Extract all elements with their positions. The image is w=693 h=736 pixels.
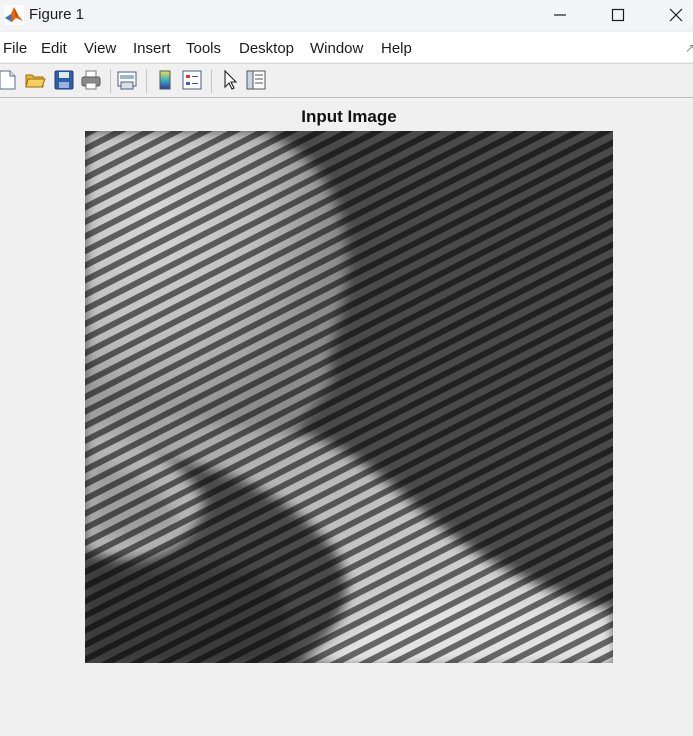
title-bar[interactable]: Figure 1 <box>0 0 693 30</box>
input-image <box>85 131 613 663</box>
property-inspector-icon[interactable] <box>245 69 267 91</box>
insert-legend-icon[interactable] <box>181 69 203 91</box>
menu-bar: File Edit View Insert Tools Desktop Wind… <box>0 32 693 62</box>
matlab-icon <box>4 5 24 25</box>
maximize-icon <box>611 8 625 22</box>
menu-file[interactable]: File <box>3 40 27 57</box>
image-axes[interactable] <box>85 131 613 663</box>
minimize-button[interactable] <box>531 0 589 30</box>
menu-overflow-icon[interactable]: ↗ <box>685 41 693 55</box>
figure-toolbar <box>0 63 693 98</box>
pointer-icon[interactable] <box>219 69 241 91</box>
maximize-button[interactable] <box>589 0 647 30</box>
save-icon[interactable] <box>53 69 75 91</box>
toolbar-separator <box>211 69 212 93</box>
close-button[interactable] <box>647 0 693 30</box>
menu-insert[interactable]: Insert <box>133 40 171 57</box>
close-icon <box>669 8 683 22</box>
toolbar-separator <box>110 69 111 93</box>
print-icon[interactable] <box>80 69 102 91</box>
axes-title: Input Image <box>301 107 397 126</box>
window-title: Figure 1 <box>29 6 85 23</box>
menu-desktop[interactable]: Desktop <box>239 40 294 57</box>
toolbar-separator <box>146 69 147 93</box>
menu-help[interactable]: Help <box>381 40 412 57</box>
menu-edit[interactable]: Edit <box>41 40 67 57</box>
minimize-icon <box>554 14 566 16</box>
insert-colorbar-icon[interactable] <box>154 69 176 91</box>
new-figure-icon[interactable] <box>0 69 18 91</box>
menu-tools[interactable]: Tools <box>186 40 221 57</box>
link-plot-icon[interactable] <box>116 69 138 91</box>
open-file-icon[interactable] <box>24 69 46 91</box>
menu-window[interactable]: Window <box>310 40 363 57</box>
menu-view[interactable]: View <box>84 40 116 57</box>
